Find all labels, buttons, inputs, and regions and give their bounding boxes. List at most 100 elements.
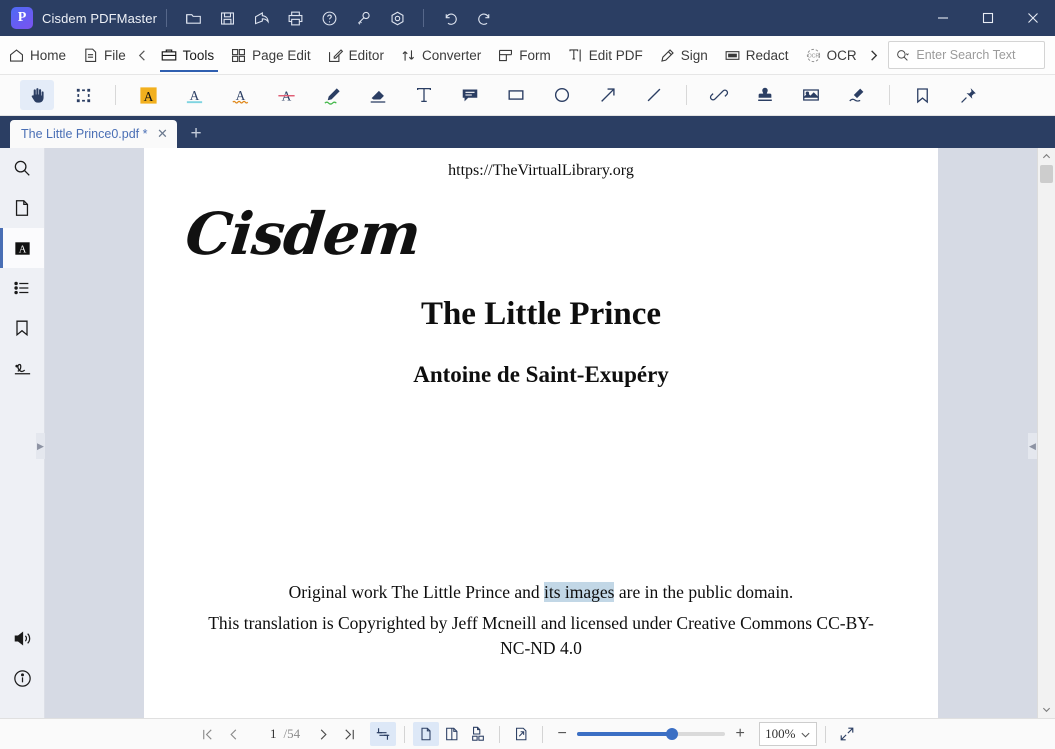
highlighted-text[interactable]: its images: [544, 582, 614, 602]
undo-icon[interactable]: [435, 4, 465, 32]
ellipse-tool[interactable]: [545, 80, 579, 110]
print-icon[interactable]: [280, 4, 310, 32]
sidebar-item-info[interactable]: [0, 658, 44, 698]
squiggly-tool[interactable]: A: [223, 80, 257, 110]
vertical-scrollbar[interactable]: [1037, 148, 1055, 718]
zoom-out-button[interactable]: −: [551, 726, 573, 742]
page-total-label: /54: [284, 726, 301, 742]
sidebar-item-thumbnails[interactable]: [0, 188, 44, 228]
close-tab-icon[interactable]: ✕: [154, 126, 170, 142]
search-placeholder: Enter Search Text: [916, 48, 1015, 62]
grid-icon: [230, 47, 247, 64]
divider: [404, 726, 405, 743]
search-dropdown-icon[interactable]: [895, 48, 910, 63]
new-tab-button[interactable]: +: [181, 120, 211, 148]
single-page-button[interactable]: [413, 722, 439, 746]
pencil-tool[interactable]: [315, 80, 349, 110]
document-author: Antoine de Saint-Exupéry: [144, 362, 938, 388]
menu-item-page-edit[interactable]: Page Edit: [222, 36, 319, 74]
open-file-icon[interactable]: [178, 4, 208, 32]
menu-item-converter[interactable]: Converter: [392, 36, 489, 74]
rectangle-tool[interactable]: [499, 80, 533, 110]
menu-scroll-left-icon[interactable]: [134, 49, 152, 62]
menu-item-sign[interactable]: Sign: [651, 36, 716, 74]
image-tool[interactable]: [794, 80, 828, 110]
maximize-button[interactable]: [965, 0, 1010, 36]
bookmark-tool[interactable]: [905, 80, 939, 110]
zoom-slider-handle[interactable]: [666, 728, 678, 740]
close-button[interactable]: [1010, 0, 1055, 36]
menu-item-file[interactable]: File: [74, 36, 134, 74]
sidebar-item-signatures[interactable]: [0, 348, 44, 388]
save-icon[interactable]: [212, 4, 242, 32]
menu-item-label: Sign: [681, 48, 708, 63]
svg-text:A: A: [235, 87, 245, 102]
scrollbar-thumb[interactable]: [1040, 165, 1053, 183]
divider: [889, 85, 890, 105]
pdf-viewer[interactable]: https://TheVirtualLibrary.org Cisdem The…: [45, 148, 1055, 718]
zoom-level-select[interactable]: 100%: [759, 722, 817, 746]
hand-tool[interactable]: [20, 80, 54, 110]
eraser-tool[interactable]: [361, 80, 395, 110]
signature-tool[interactable]: [840, 80, 874, 110]
underline-tool[interactable]: A: [177, 80, 211, 110]
menu-scroll-right-icon[interactable]: [865, 49, 883, 62]
sidebar-item-annotations[interactable]: A: [0, 228, 44, 268]
menu-item-redact[interactable]: Redact: [716, 36, 797, 74]
scroll-down-icon[interactable]: [1038, 701, 1055, 718]
scroll-up-icon[interactable]: [1038, 148, 1055, 165]
note-tool[interactable]: [453, 80, 487, 110]
redo-icon[interactable]: [469, 4, 499, 32]
menu-item-label: Redact: [746, 48, 789, 63]
help-icon[interactable]: [314, 4, 344, 32]
fit-page-button[interactable]: [370, 722, 396, 746]
link-tool[interactable]: [702, 80, 736, 110]
share-icon[interactable]: [246, 4, 276, 32]
pdf-page[interactable]: https://TheVirtualLibrary.org Cisdem The…: [144, 148, 938, 718]
menu-item-ocr[interactable]: OCR OCR: [797, 36, 865, 74]
sidebar-item-bookmarks[interactable]: [0, 308, 44, 348]
two-page-button[interactable]: [439, 722, 465, 746]
next-page-button[interactable]: [310, 722, 336, 746]
document-paragraph-2: This translation is Copyrighted by Jeff …: [144, 611, 938, 662]
fit-width-button[interactable]: [508, 722, 534, 746]
sidebar-item-search[interactable]: [0, 148, 44, 188]
sidebar-item-outline[interactable]: [0, 268, 44, 308]
stamp-tool[interactable]: [748, 80, 782, 110]
document-tab[interactable]: The Little Prince0.pdf * ✕: [10, 120, 177, 148]
continuous-page-button[interactable]: [465, 722, 491, 746]
minimize-button[interactable]: [920, 0, 965, 36]
prev-page-button[interactable]: [221, 722, 247, 746]
zoom-in-button[interactable]: +: [729, 726, 751, 742]
right-panel-handle[interactable]: ◀: [1028, 433, 1037, 459]
arrow-tool[interactable]: [591, 80, 625, 110]
sidebar-expand-handle[interactable]: ▶: [36, 433, 45, 459]
svg-text:A: A: [18, 244, 26, 255]
menu-item-tools[interactable]: Tools: [152, 36, 223, 74]
pin-tool[interactable]: [951, 80, 985, 110]
last-page-button[interactable]: [336, 722, 362, 746]
page-number-input[interactable]: 1: [251, 726, 277, 742]
menu-item-edit-pdf[interactable]: Edit PDF: [559, 36, 651, 74]
document-title: The Little Prince: [144, 296, 938, 333]
line-tool[interactable]: [637, 80, 671, 110]
menu-item-home[interactable]: Home: [0, 36, 74, 74]
sidebar-item-read-aloud[interactable]: [0, 618, 44, 658]
highlight-tool[interactable]: A: [131, 80, 165, 110]
form-icon: [497, 47, 514, 64]
strikethrough-tool[interactable]: A: [269, 80, 303, 110]
menu-item-editor[interactable]: Editor: [319, 36, 392, 74]
text-tool[interactable]: [407, 80, 441, 110]
select-area-tool[interactable]: [66, 80, 100, 110]
fullscreen-button[interactable]: [834, 722, 860, 746]
first-page-button[interactable]: [195, 722, 221, 746]
document-tab-title: The Little Prince0.pdf *: [21, 127, 147, 141]
pencil-square-icon: [327, 47, 344, 64]
key-icon[interactable]: [348, 4, 378, 32]
chevron-down-icon[interactable]: [800, 729, 811, 740]
zoom-slider[interactable]: [577, 732, 725, 736]
menu-item-form[interactable]: Form: [489, 36, 559, 74]
search-input[interactable]: Enter Search Text: [888, 41, 1045, 69]
main-menu-bar: Home File Tools Page Edit: [0, 36, 1055, 75]
target-icon[interactable]: [382, 4, 412, 32]
